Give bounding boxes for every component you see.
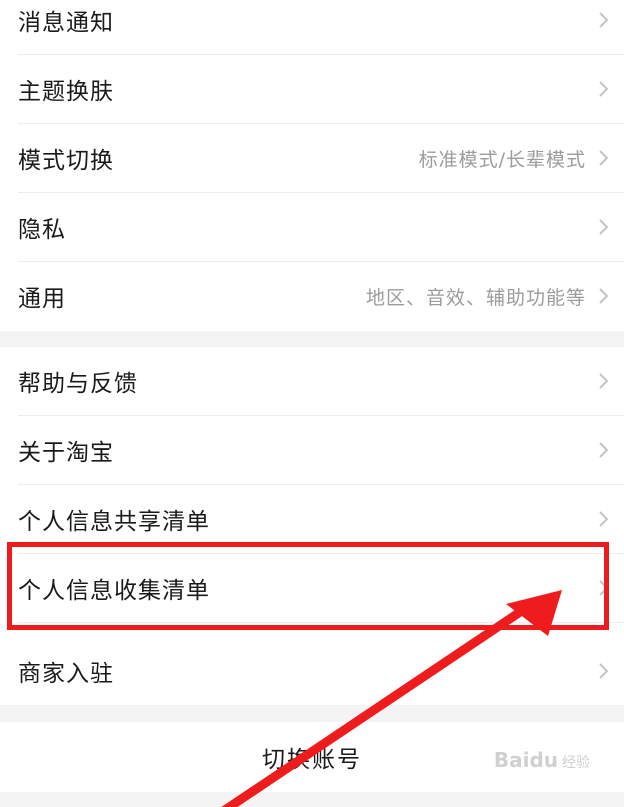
- settings-group-2: 帮助与反馈 关于淘宝 个人信息共享清单 个人信息收集清单 商家入驻: [0, 347, 624, 705]
- row-label: 隐私: [18, 217, 66, 243]
- row-label: 模式切换: [18, 148, 114, 174]
- settings-row-merchant-entry[interactable]: 商家入驻: [0, 637, 624, 705]
- settings-row-theme[interactable]: 主题换肤: [0, 55, 624, 123]
- settings-row-mode-switch[interactable]: 模式切换 标准模式/长辈模式: [0, 124, 624, 192]
- chevron-right-icon: [599, 12, 609, 28]
- chevron-right-icon: [599, 219, 609, 235]
- baidu-watermark-logo: Baidu 经验: [494, 748, 590, 772]
- settings-row-general[interactable]: 通用 地区、音效、辅助功能等: [0, 262, 624, 330]
- row-label: 个人信息共享清单: [18, 509, 210, 535]
- row-subtitle: 标准模式/长辈模式: [418, 148, 586, 171]
- row-label: 商家入驻: [18, 661, 114, 687]
- row-label: 关于淘宝: [18, 440, 114, 466]
- chevron-right-icon: [599, 288, 609, 304]
- chevron-right-icon: [599, 150, 609, 166]
- chevron-right-icon: [599, 580, 609, 596]
- row-divider: [18, 622, 624, 623]
- settings-row-notifications[interactable]: 消息通知: [0, 0, 624, 54]
- chevron-right-icon: [599, 81, 609, 97]
- row-label: 消息通知: [18, 10, 114, 36]
- row-label: 通用: [18, 286, 66, 312]
- settings-row-help-feedback[interactable]: 帮助与反馈: [0, 347, 624, 415]
- row-label: 个人信息收集清单: [18, 578, 210, 604]
- row-label: 主题换肤: [18, 79, 114, 105]
- watermark-brand: Baidu: [493, 748, 558, 772]
- chevron-right-icon: [599, 663, 609, 679]
- chevron-right-icon: [599, 442, 609, 458]
- row-label: 帮助与反馈: [18, 371, 138, 397]
- settings-row-info-collection-list[interactable]: 个人信息收集清单: [0, 554, 624, 622]
- chevron-right-icon: [599, 511, 609, 527]
- chevron-right-icon: [599, 373, 609, 389]
- settings-row-info-sharing-list[interactable]: 个人信息共享清单: [0, 485, 624, 553]
- switch-account-label: 切换账号: [262, 747, 362, 773]
- settings-group-1: 消息通知 主题换肤 模式切换 标准模式/长辈模式 隐私 通用 地区、音效、辅助功…: [0, 0, 624, 331]
- settings-row-privacy[interactable]: 隐私: [0, 193, 624, 261]
- row-subtitle: 地区、音效、辅助功能等: [365, 286, 586, 309]
- settings-row-about[interactable]: 关于淘宝: [0, 416, 624, 484]
- watermark-sub: 经验: [562, 755, 590, 771]
